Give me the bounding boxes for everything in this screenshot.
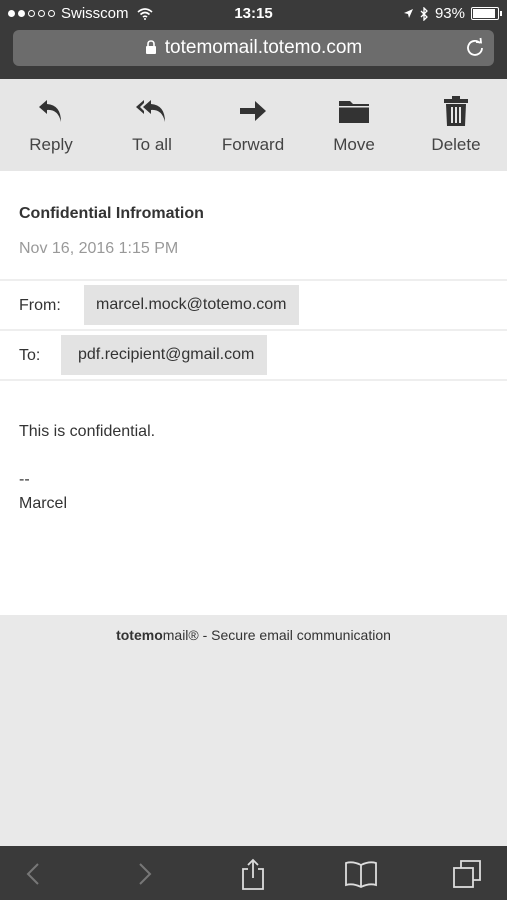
trash-icon bbox=[444, 96, 468, 126]
divider bbox=[0, 329, 507, 331]
tabs-icon bbox=[453, 860, 481, 888]
reply-all-button[interactable]: To all bbox=[102, 93, 202, 155]
brand-bold: totemo bbox=[116, 627, 163, 643]
delete-label: Delete bbox=[431, 135, 481, 154]
chevron-right-icon bbox=[139, 863, 152, 885]
brand-rest: mail® bbox=[162, 627, 199, 643]
divider bbox=[0, 379, 507, 381]
forward-label: Forward bbox=[221, 135, 285, 154]
url-text: totemomail.totemo.com bbox=[164, 37, 363, 58]
url-container: totemomail.totemo.com bbox=[13, 37, 494, 59]
forward-arrow-icon bbox=[240, 101, 266, 121]
location-arrow-icon bbox=[403, 9, 413, 18]
reply-all-label: To all bbox=[132, 135, 172, 154]
from-label: From: bbox=[19, 297, 61, 314]
signature-name: Marcel bbox=[19, 495, 68, 512]
battery-icon bbox=[471, 7, 502, 20]
footer-branding: totemomail® - Secure email communication bbox=[0, 627, 507, 643]
folder-icon bbox=[339, 101, 369, 123]
chevron-left-icon bbox=[26, 863, 39, 885]
delete-icon-wrap bbox=[406, 93, 506, 129]
move-icon-wrap bbox=[304, 93, 404, 129]
back-button[interactable] bbox=[16, 857, 50, 891]
from-address-chip[interactable]: marcel.mock@totemo.com bbox=[84, 285, 299, 325]
share-icon bbox=[242, 858, 264, 890]
message-subject: Confidential Infromation bbox=[19, 205, 204, 222]
status-bar: Swisscom 13:15 93% bbox=[0, 0, 507, 28]
reply-icon bbox=[39, 100, 61, 122]
book-icon bbox=[345, 861, 377, 888]
reply-all-icon-wrap bbox=[102, 93, 202, 129]
status-right: 93% bbox=[403, 5, 502, 22]
message-panel: Confidential Infromation Nov 16, 2016 1:… bbox=[0, 171, 507, 615]
reply-icon-wrap bbox=[1, 93, 101, 129]
move-label: Move bbox=[333, 135, 375, 154]
message-date: Nov 16, 2016 1:15 PM bbox=[19, 240, 179, 257]
mail-toolbar: Reply To all Forward Move Delete bbox=[0, 79, 507, 171]
address-bar[interactable]: totemomail.totemo.com bbox=[13, 30, 494, 66]
to-label: To: bbox=[19, 347, 41, 364]
signature-separator: -- bbox=[19, 471, 30, 488]
bookmarks-button[interactable] bbox=[344, 857, 378, 891]
browser-chrome: Swisscom 13:15 93% totemomail.totemo.com bbox=[0, 0, 507, 79]
battery-percent: 93% bbox=[434, 5, 465, 22]
move-button[interactable]: Move bbox=[304, 93, 404, 155]
reply-label: Reply bbox=[29, 135, 73, 154]
delete-button[interactable]: Delete bbox=[406, 93, 506, 155]
footer-tagline: - Secure email communication bbox=[198, 627, 391, 643]
tabs-button[interactable] bbox=[450, 857, 484, 891]
browser-bottom-bar bbox=[0, 846, 507, 900]
to-address-chip[interactable]: pdf.recipient@gmail.com bbox=[61, 335, 268, 375]
share-button[interactable] bbox=[236, 857, 270, 891]
bluetooth-icon bbox=[420, 6, 428, 21]
forward-nav-button[interactable] bbox=[128, 857, 162, 891]
divider bbox=[0, 279, 507, 281]
forward-button[interactable]: Forward bbox=[203, 93, 303, 155]
forward-icon-wrap bbox=[203, 93, 303, 129]
lock-icon bbox=[145, 40, 156, 55]
reply-button[interactable]: Reply bbox=[1, 93, 101, 155]
reply-all-icon bbox=[136, 100, 165, 122]
reload-icon[interactable] bbox=[464, 36, 486, 58]
message-body-line: This is confidential. bbox=[19, 423, 156, 440]
